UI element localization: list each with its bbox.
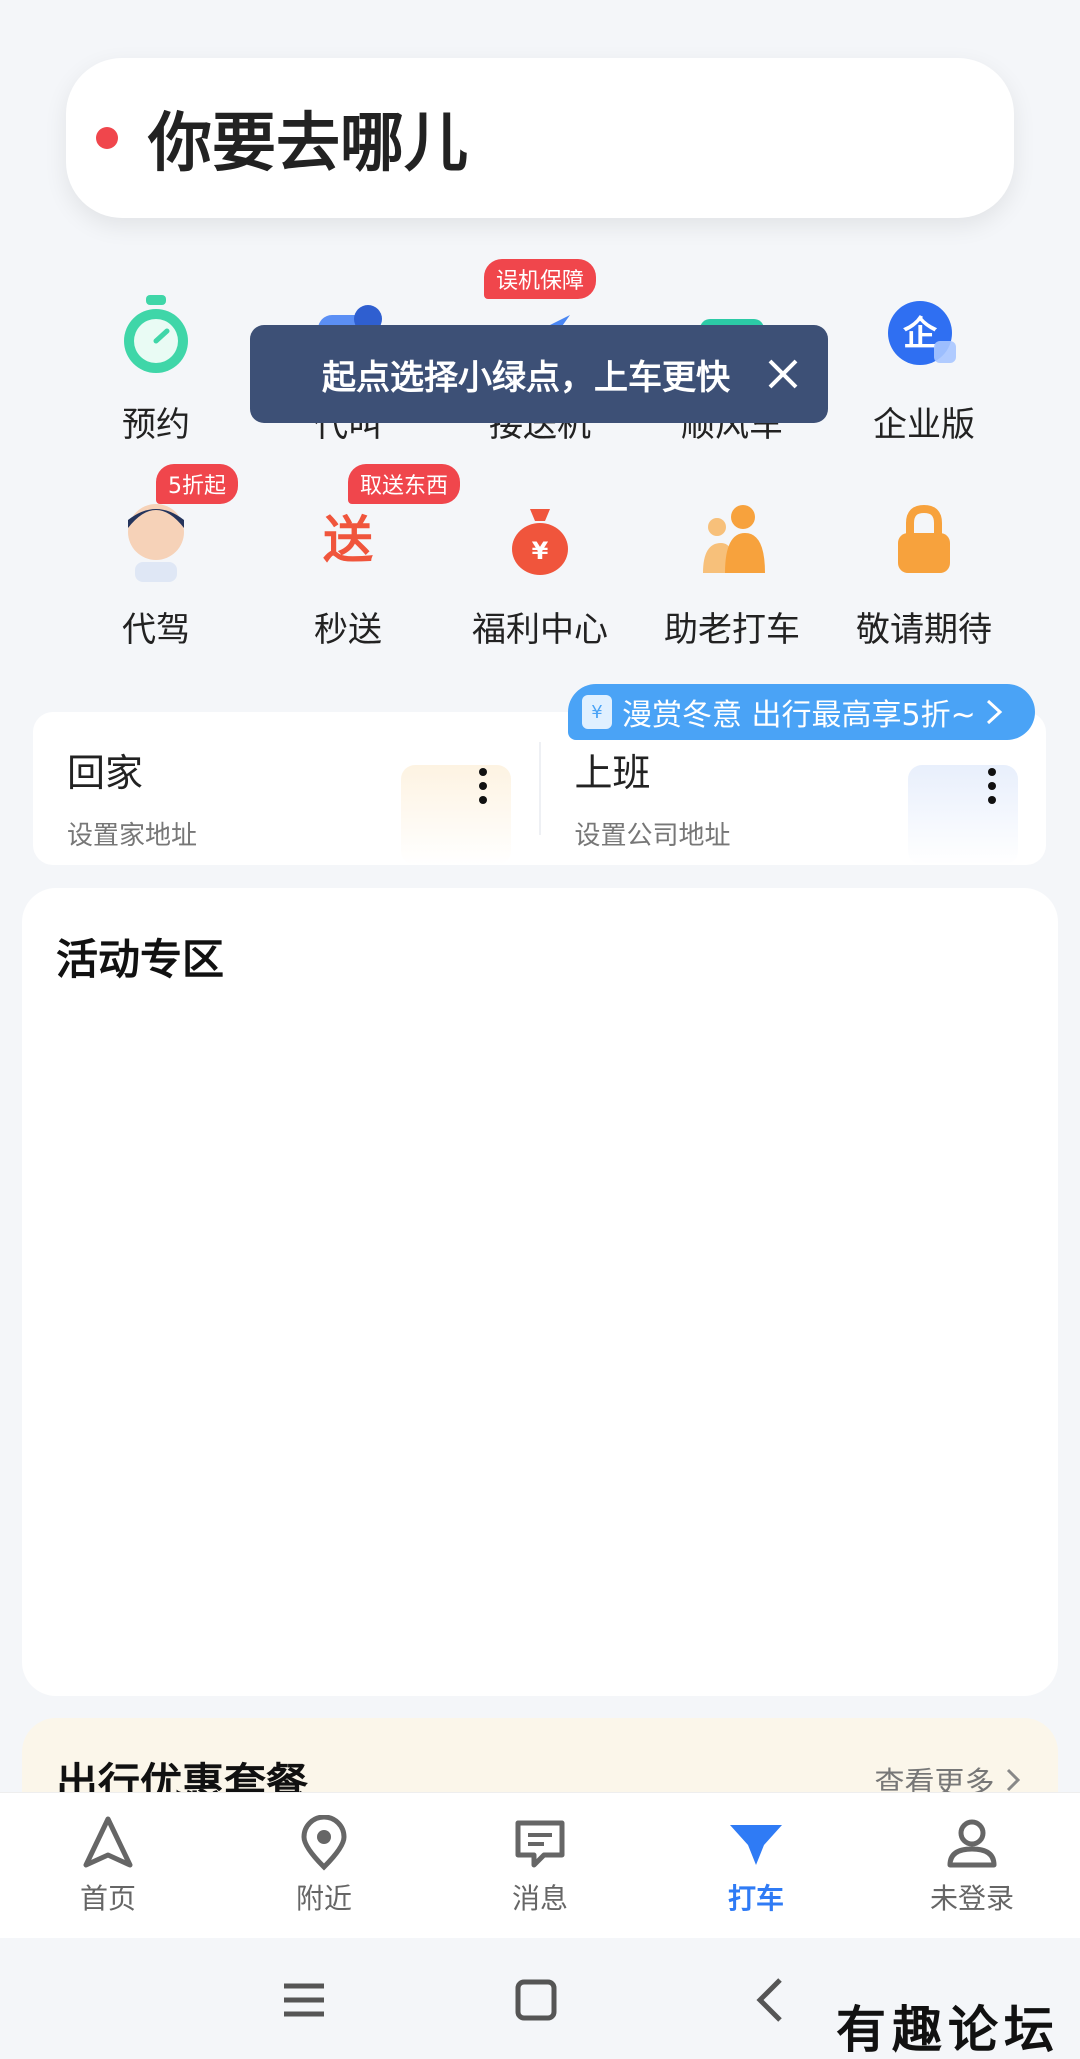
close-icon[interactable] [760, 351, 806, 397]
tab-label: 打车 [727, 1882, 784, 1915]
tab-label: 未登录 [929, 1882, 1014, 1915]
activity-zone: 活动专区 [22, 888, 1058, 1696]
pickup-tip-tooltip: 起点选择小绿点，上车更快 [250, 325, 828, 423]
home-address[interactable]: 回家 设置家地址 [33, 712, 539, 865]
tab-taxi[interactable]: 打车 [648, 1793, 864, 1938]
tab-label: 附近 [295, 1882, 352, 1915]
services-row-2: 5折起 代驾 取送东西 送 秒送 ¥ 福利中心 助老打车 敬请期待 [60, 464, 1020, 651]
delivery-icon: 送 [308, 500, 388, 580]
service-label: 秒送 [314, 610, 382, 650]
taxi-icon [730, 1825, 782, 1865]
service-coming-soon[interactable]: 敬请期待 [828, 500, 1020, 651]
search-card[interactable]: 你要去哪儿 [66, 58, 1014, 218]
more-options-icon[interactable] [988, 768, 996, 810]
house-icon [400, 765, 511, 865]
service-label: 企业版 [873, 405, 975, 445]
promo-badge: 取送东西 [348, 464, 461, 504]
stopwatch-icon [116, 295, 196, 375]
section-title: 活动专区 [56, 935, 225, 984]
lock-icon [884, 500, 964, 580]
service-label: 福利中心 [472, 610, 608, 650]
tooltip-text: 起点选择小绿点，上车更快 [322, 357, 730, 398]
promo-badge: 5折起 [156, 464, 238, 504]
tab-label: 首页 [79, 1882, 136, 1915]
tab-messages[interactable]: 消息 [432, 1793, 648, 1938]
service-express-delivery[interactable]: 取送东西 送 秒送 [252, 464, 461, 651]
tab-nearby[interactable]: 附近 [216, 1793, 432, 1938]
service-label: 预约 [122, 405, 190, 445]
destination-input[interactable]: 你要去哪儿 [148, 92, 468, 184]
promo-badge: 误机保障 [483, 259, 596, 299]
enterprise-icon: 企 [884, 295, 964, 375]
briefcase-icon [908, 765, 1018, 865]
driver-avatar-icon [116, 500, 196, 582]
service-label: 代驾 [122, 610, 190, 650]
promo-text: 漫赏冬意 出行最高享5折~ [622, 698, 976, 733]
forum-watermark: 有趣论坛 [836, 2000, 1060, 2059]
service-enterprise[interactable]: 企 企业版 [828, 295, 1020, 446]
navigation-arrow-icon [83, 1816, 133, 1868]
back-icon[interactable] [740, 1970, 800, 2030]
home-square-icon[interactable] [506, 1970, 566, 2030]
service-elderly-taxi[interactable]: 助老打车 [636, 500, 828, 651]
svg-text:¥: ¥ [532, 537, 549, 565]
coin-icon: ¥ [582, 695, 612, 729]
elderly-care-icon [692, 500, 772, 580]
chevron-right-icon [986, 699, 1002, 725]
tab-profile[interactable]: 未登录 [864, 1793, 1080, 1938]
service-designated-driver[interactable]: 5折起 代驾 [60, 464, 252, 651]
more-options-icon[interactable] [478, 768, 487, 810]
service-label: 敬请期待 [856, 610, 992, 650]
message-icon [515, 1820, 565, 1868]
start-dot-icon [96, 127, 118, 149]
tab-label: 消息 [511, 1882, 568, 1915]
tab-home[interactable]: 首页 [0, 1793, 216, 1938]
money-bag-icon: ¥ [500, 500, 580, 580]
menu-icon[interactable] [274, 1970, 334, 2030]
service-label: 助老打车 [664, 610, 800, 650]
svg-text:企: 企 [903, 314, 938, 354]
svg-text:送: 送 [323, 511, 373, 569]
service-reserve[interactable]: 预约 [60, 295, 252, 446]
location-pin-icon [301, 1815, 347, 1871]
promo-banner[interactable]: ¥ 漫赏冬意 出行最高享5折~ [568, 684, 1035, 740]
chevron-right-icon [1006, 1768, 1021, 1792]
user-icon [947, 1819, 997, 1868]
bottom-tab-bar: 首页 附近 消息 打车 未登录 [0, 1792, 1080, 1938]
service-welfare-center[interactable]: ¥ 福利中心 [444, 500, 636, 651]
